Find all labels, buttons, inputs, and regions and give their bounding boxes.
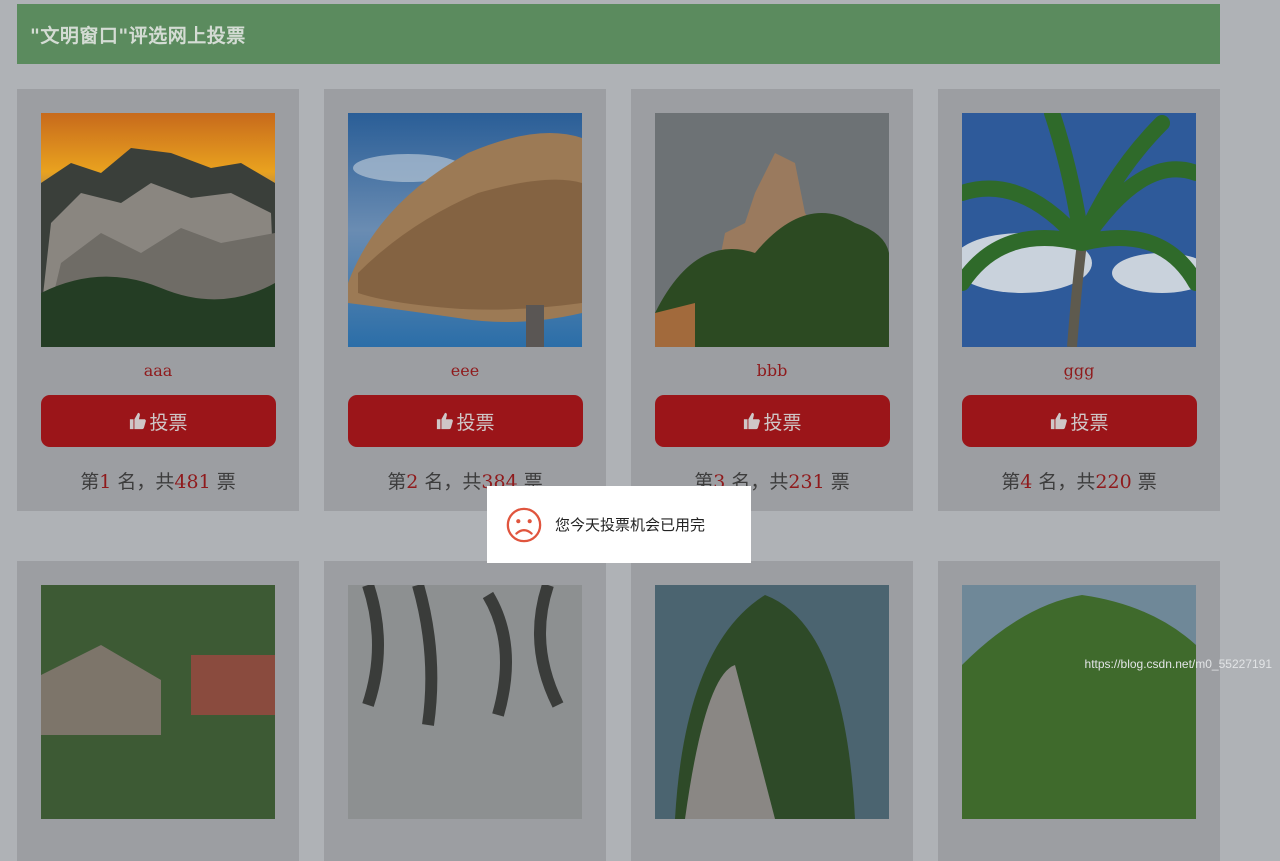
candidate-card: ggg 投票 第4 名，共220 票 xyxy=(938,89,1220,511)
candidate-card xyxy=(938,561,1220,861)
candidate-name: ggg xyxy=(1063,361,1095,380)
vote-button[interactable]: 投票 xyxy=(348,395,583,447)
candidate-photo xyxy=(348,113,582,347)
rank-text: 第1 名，共481 票 xyxy=(80,471,236,493)
candidate-name: eee xyxy=(450,361,480,380)
candidate-photo xyxy=(41,585,275,819)
thumbs-up-icon xyxy=(437,412,454,430)
candidate-photo-image xyxy=(962,113,1196,347)
candidate-photo xyxy=(655,113,889,347)
sad-face-icon xyxy=(506,507,542,542)
page-header: "文明窗口"评选网上投票 xyxy=(17,4,1220,64)
vote-button[interactable]: 投票 xyxy=(41,395,276,447)
rank-text: 第4 名，共220 票 xyxy=(1001,471,1157,493)
candidate-photo-image xyxy=(41,585,275,819)
vote-button-label: 投票 xyxy=(456,411,495,434)
candidate-name: aaa xyxy=(143,361,173,380)
candidate-name: bbb xyxy=(756,361,788,380)
vote-button-label: 投票 xyxy=(1070,411,1109,434)
candidate-photo xyxy=(348,585,582,819)
candidate-photo-image xyxy=(962,585,1196,819)
candidate-card xyxy=(324,561,606,861)
candidate-photo-image xyxy=(655,113,889,347)
vote-count: 481 xyxy=(174,471,211,493)
vote-count: 220 xyxy=(1095,471,1132,493)
rank-number: 4 xyxy=(1020,471,1033,493)
thumbs-up-icon xyxy=(744,412,761,430)
candidate-photo-image xyxy=(41,113,275,347)
vote-limit-toast: 您今天投票机会已用完 xyxy=(487,486,751,563)
vote-button[interactable]: 投票 xyxy=(962,395,1197,447)
candidate-photo xyxy=(41,113,275,347)
toast-message: 您今天投票机会已用完 xyxy=(555,516,706,534)
candidate-card xyxy=(631,561,913,861)
candidate-photo-image xyxy=(348,585,582,819)
vote-button-label: 投票 xyxy=(149,411,188,434)
rank-number: 1 xyxy=(99,471,112,493)
candidate-photo xyxy=(962,585,1196,819)
vote-button-label: 投票 xyxy=(763,411,802,434)
candidate-card: aaa 投票 第1 名，共481 票 xyxy=(17,89,299,511)
thumbs-up-icon xyxy=(1051,412,1068,430)
page-title: "文明窗口"评选网上投票 xyxy=(30,24,246,47)
vote-button[interactable]: 投票 xyxy=(655,395,890,447)
candidate-photo-image xyxy=(655,585,889,819)
candidate-card: bbb 投票 第3 名，共231 票 xyxy=(631,89,913,511)
candidate-photo xyxy=(655,585,889,819)
candidate-card xyxy=(17,561,299,861)
vote-count: 231 xyxy=(788,471,825,493)
watermark-text: https://blog.csdn.net/m0_55227191 xyxy=(1084,657,1272,671)
thumbs-up-icon xyxy=(130,412,147,430)
rank-number: 2 xyxy=(406,471,419,493)
candidate-photo-image xyxy=(348,113,582,347)
candidate-card: eee 投票 第2 名，共384 票 xyxy=(324,89,606,511)
candidate-photo xyxy=(962,113,1196,347)
